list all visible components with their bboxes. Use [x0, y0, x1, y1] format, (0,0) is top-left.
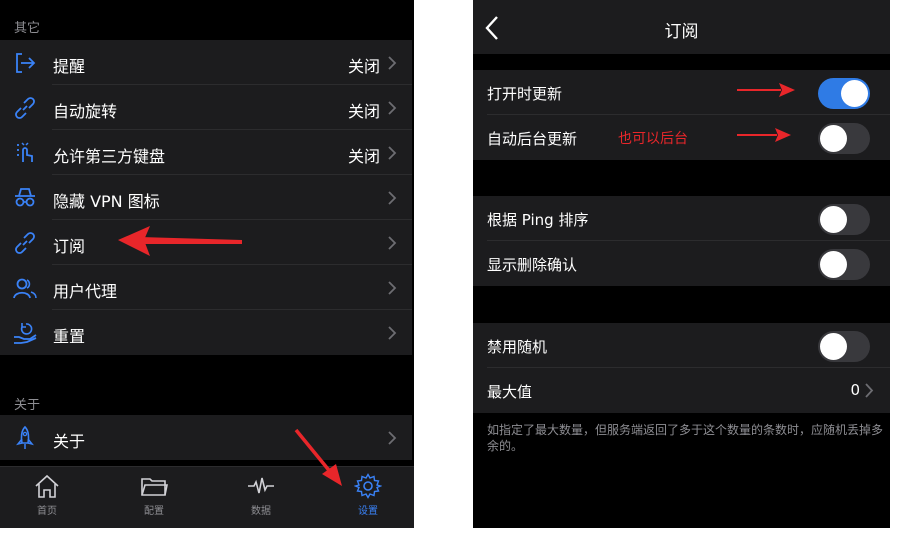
settings-screen: 其它 提醒 关闭 自动旋转 关闭 允许第三方键盘 关闭 隐藏 VPN 图标 订阅…	[0, 0, 414, 528]
settings-item-auto-rotate[interactable]: 自动旋转 关闭	[0, 85, 412, 130]
toggle-sort-by-ping[interactable]	[818, 204, 870, 235]
link-icon	[15, 232, 35, 254]
about-list: 关于	[0, 415, 412, 460]
page-title: 订阅	[664, 22, 699, 42]
setting-max-value[interactable]: 最大值 0	[473, 368, 890, 413]
tab-settings[interactable]: 设置	[328, 473, 408, 525]
settings-item-value: 关闭	[347, 102, 380, 121]
tab-label: 设置	[358, 506, 378, 517]
setting-sort-by-ping: 根据 Ping 排序	[473, 196, 890, 241]
settings-item-reset[interactable]: 重置	[0, 310, 412, 355]
max-value-footnote: 如指定了最大数量，但服务端返回了多于这个数量的条数时，应随机丢掉多余的。	[487, 423, 884, 453]
chevron-right-icon	[388, 146, 397, 160]
hand-reset-icon	[14, 323, 37, 344]
folder-icon	[141, 478, 168, 496]
settings-item-label: 自动旋转	[53, 102, 118, 121]
rocket-icon	[16, 425, 34, 449]
settings-item-subscription[interactable]: 订阅	[0, 220, 412, 265]
chevron-right-icon	[388, 326, 397, 340]
setting-label: 根据 Ping 排序	[487, 211, 589, 229]
chevron-right-icon	[388, 191, 397, 205]
settings-item-label: 隐藏 VPN 图标	[53, 192, 160, 211]
chevron-right-icon	[388, 236, 397, 250]
nav-bar: 订阅	[473, 0, 890, 54]
pulse-icon	[248, 477, 274, 494]
settings-item-third-party-keyboard[interactable]: 允许第三方键盘 关闭	[0, 130, 412, 175]
setting-label: 禁用随机	[487, 338, 548, 356]
toggle-disable-random[interactable]	[818, 331, 870, 362]
chevron-right-icon	[388, 101, 397, 115]
settings-item-value: 关闭	[347, 57, 380, 76]
settings-item-label: 重置	[53, 327, 86, 346]
section-header-other: 其它	[14, 21, 41, 36]
toggle-show-delete-confirm[interactable]	[818, 249, 870, 280]
chevron-right-icon	[388, 281, 397, 295]
settings-item-about[interactable]: 关于	[0, 415, 412, 460]
tab-data[interactable]: 数据	[221, 473, 301, 525]
setting-label: 最大值	[487, 383, 533, 401]
tab-config[interactable]: 配置	[114, 473, 194, 525]
settings-list: 提醒 关闭 自动旋转 关闭 允许第三方键盘 关闭 隐藏 VPN 图标 订阅 用户…	[0, 40, 412, 355]
settings-item-label: 提醒	[53, 57, 86, 76]
link-icon	[15, 97, 35, 119]
setting-update-on-open: 打开时更新	[473, 70, 890, 115]
chevron-right-icon	[388, 431, 397, 445]
home-icon	[35, 474, 59, 498]
setting-label: 打开时更新	[487, 85, 563, 103]
section-header-about: 关于	[14, 398, 41, 413]
incognito-icon	[15, 188, 35, 207]
max-value-display: 0	[850, 381, 860, 399]
tap-gesture-icon	[17, 142, 33, 162]
settings-item-label: 订阅	[53, 237, 86, 256]
setting-show-delete-confirm: 显示删除确认	[473, 241, 890, 286]
setting-label: 显示删除确认	[487, 256, 578, 274]
setting-label: 自动后台更新	[487, 130, 578, 148]
subscription-screen: 订阅 打开时更新 自动后台更新 根据 Ping 排序 显示删除确认 禁用随机 最…	[473, 0, 890, 528]
settings-item-value: 关闭	[347, 147, 380, 166]
tab-label: 配置	[144, 506, 164, 517]
chevron-right-icon	[865, 383, 874, 398]
toggle-auto-background-update[interactable]	[818, 123, 870, 154]
tab-label: 首页	[37, 506, 57, 517]
tab-home[interactable]: 首页	[7, 473, 87, 525]
settings-item-reminder[interactable]: 提醒 关闭	[0, 40, 412, 85]
settings-item-label: 允许第三方键盘	[53, 147, 166, 166]
toggle-update-on-open[interactable]	[818, 78, 870, 109]
gear-icon	[354, 473, 382, 499]
chevron-right-icon	[388, 56, 397, 70]
settings-item-hide-vpn-icon[interactable]: 隐藏 VPN 图标	[0, 175, 412, 220]
users-icon	[13, 278, 37, 299]
annotation-note: 也可以后台	[618, 131, 688, 147]
settings-item-user-agent[interactable]: 用户代理	[0, 265, 412, 310]
exit-arrow-icon	[16, 53, 36, 73]
settings-item-label: 关于	[53, 432, 86, 451]
tab-label: 数据	[251, 506, 271, 517]
setting-disable-random: 禁用随机	[473, 323, 890, 368]
tab-bar: 首页 配置 数据 设置	[0, 466, 414, 528]
settings-item-label: 用户代理	[53, 282, 118, 301]
